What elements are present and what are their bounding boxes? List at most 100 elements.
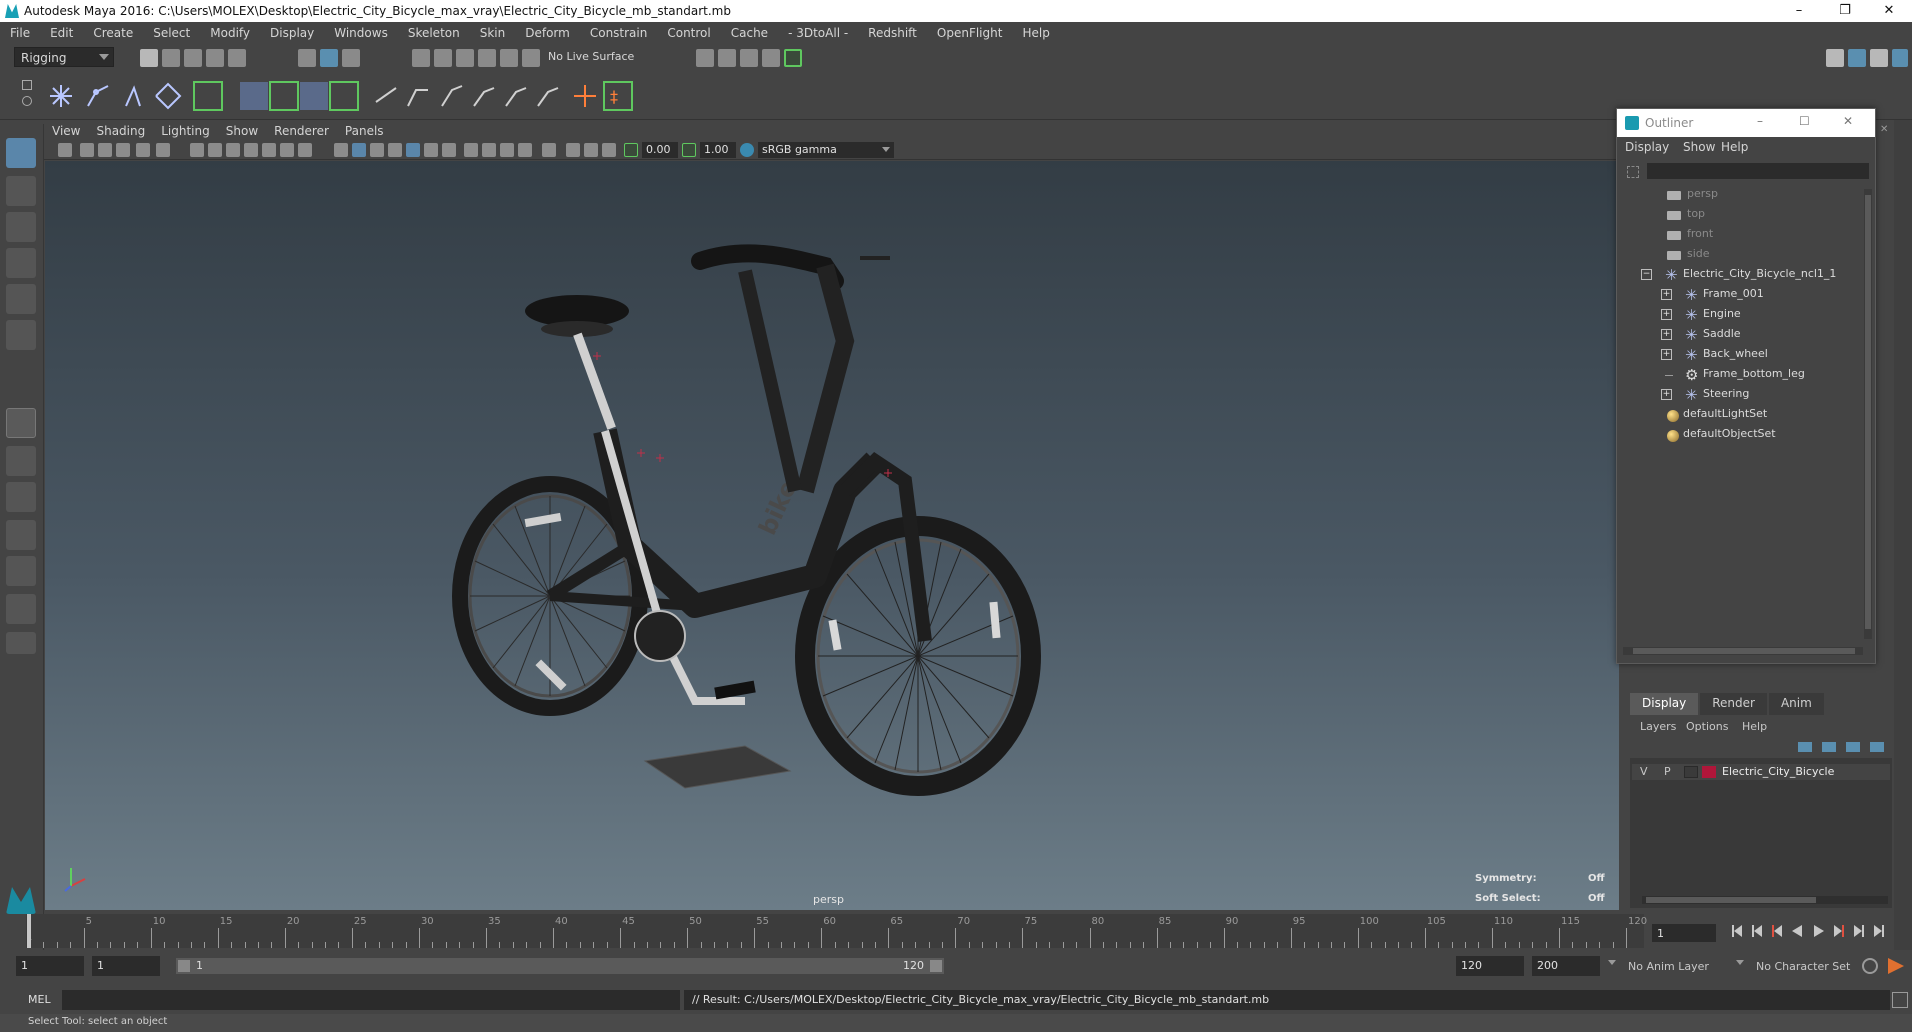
outliner-close-button[interactable]: ✕ [1843, 114, 1853, 128]
gamma-field[interactable]: 1.00 [700, 142, 736, 158]
scene-start-field[interactable]: 1 [16, 956, 84, 976]
restore-button[interactable]: ❐ [1822, 0, 1868, 22]
gate-mask-icon[interactable] [244, 143, 258, 157]
xray-active-components-icon[interactable] [584, 143, 598, 157]
attribute-editor-toggle-icon[interactable] [1848, 49, 1866, 67]
go-to-start-icon[interactable] [1732, 925, 1742, 937]
new-layer-icon[interactable] [1846, 742, 1860, 752]
scale-tool-icon[interactable] [6, 320, 36, 350]
rotate-tool-icon[interactable] [6, 284, 36, 314]
bicycle-model[interactable]: bike [45, 161, 1619, 910]
character-set-dropdown[interactable]: No Character Set [1756, 960, 1850, 973]
outliner-menu-help[interactable]: Help [1721, 140, 1748, 154]
safe-title-icon[interactable] [298, 143, 312, 157]
shadows-icon[interactable] [442, 143, 456, 157]
snap-curve-icon[interactable] [434, 49, 452, 67]
perspective-viewport[interactable]: bike [45, 161, 1619, 910]
menu-help[interactable]: Help [1012, 26, 1059, 40]
outliner-search-input[interactable] [1647, 163, 1869, 179]
wire-icon[interactable] [441, 85, 463, 107]
close-panel-icon[interactable]: ✕ [1880, 124, 1888, 135]
menu-create[interactable]: Create [83, 26, 143, 40]
menu-redshift[interactable]: Redshift [858, 26, 927, 40]
shelf-gear-icon[interactable] [22, 96, 32, 106]
outliner-item-default-light-set[interactable]: defaultLightSet [1621, 407, 1861, 425]
two-pane-layout-icon[interactable] [6, 482, 36, 512]
step-back-key-icon[interactable] [1772, 925, 1782, 937]
render-view-icon[interactable] [762, 49, 780, 67]
layer-name[interactable]: Electric_City_Bicycle [1722, 765, 1834, 778]
resolution-gate-icon[interactable] [226, 143, 240, 157]
single-perspective-layout-icon[interactable] [6, 408, 36, 438]
ik-handle-icon[interactable] [87, 85, 109, 107]
constraint-icon[interactable] [603, 81, 633, 111]
sculpt-icon[interactable] [537, 87, 559, 107]
modeling-toolkit-icon[interactable] [1826, 49, 1844, 67]
viewport-menu-view[interactable]: View [44, 124, 88, 138]
menu-3dtoall[interactable]: - 3DtoAll - [778, 26, 858, 40]
chevron-down-icon[interactable] [1736, 960, 1744, 965]
colorspace-dropdown[interactable]: sRGB gamma [758, 142, 894, 158]
image-plane-icon[interactable] [116, 143, 130, 157]
field-chart-icon[interactable] [262, 143, 276, 157]
render-frame-icon[interactable] [718, 49, 736, 67]
use-all-lights-icon[interactable] [424, 143, 438, 157]
paint-weights-icon[interactable] [269, 81, 299, 111]
move-tool-icon[interactable] [6, 248, 36, 278]
tab-anim[interactable]: Anim [1768, 693, 1824, 715]
menu-control[interactable]: Control [657, 26, 720, 40]
menu-display[interactable]: Display [260, 26, 324, 40]
tab-display[interactable]: Display [1630, 693, 1699, 715]
layer-playback-toggle[interactable]: P [1664, 765, 1671, 778]
close-button[interactable]: ✕ [1866, 0, 1912, 22]
outliner-item-frame-bottom-leg[interactable]: ⚙ Frame_bottom_leg [1621, 367, 1861, 385]
script-language-toggle[interactable]: MEL [28, 993, 51, 1006]
gamma-toggle-icon[interactable] [682, 143, 696, 157]
viewport-menu-panels[interactable]: Panels [337, 124, 392, 138]
attribute-editor-side-tabs[interactable] [1894, 120, 1912, 980]
outliner-item-default-object-set[interactable]: defaultObjectSet [1621, 427, 1861, 445]
outliner-item-steering[interactable]: + ✳ Steering [1621, 387, 1861, 405]
tab-render[interactable]: Render [1700, 693, 1767, 715]
channel-box-toggle-icon[interactable] [1892, 49, 1908, 67]
blend-shape-icon[interactable] [473, 87, 495, 107]
xray-icon[interactable] [388, 143, 402, 157]
bind-skin-icon[interactable] [240, 82, 268, 110]
step-forward-key-icon[interactable] [1834, 925, 1844, 937]
safe-action-icon[interactable] [280, 143, 294, 157]
wireframe-icon[interactable] [334, 143, 348, 157]
script-editor-icon[interactable] [1892, 992, 1908, 1008]
menu-modify[interactable]: Modify [200, 26, 260, 40]
step-back-frame-icon[interactable] [1752, 925, 1762, 937]
current-frame-marker[interactable] [27, 914, 31, 948]
snap-surface-icon[interactable] [500, 49, 518, 67]
outliner-horizontal-scroll-thumb[interactable] [1633, 648, 1855, 654]
time-slider[interactable]: 1 51015202530354045505560657075808590951… [26, 914, 1647, 948]
camera-attributes-icon[interactable] [80, 143, 94, 157]
expand-toggle[interactable]: + [1661, 289, 1672, 300]
move-layer-up-icon[interactable] [1798, 742, 1812, 752]
anim-layer-dropdown[interactable]: No Anim Layer [1628, 960, 1709, 973]
outliner-item-electric-city-bicycle[interactable]: − ✳ Electric_City_Bicycle_ncl1_1 [1621, 267, 1861, 285]
command-input[interactable] [62, 990, 680, 1010]
interactive-bind-icon[interactable] [329, 81, 359, 111]
hypershade-icon[interactable] [784, 49, 802, 67]
menu-file[interactable]: File [0, 26, 40, 40]
expand-toggle[interactable]: + [1661, 389, 1672, 400]
menu-deform[interactable]: Deform [515, 26, 580, 40]
snap-point-icon[interactable] [456, 49, 474, 67]
textured-icon[interactable] [406, 143, 420, 157]
wireframe-on-shaded-icon[interactable] [370, 143, 384, 157]
exposure-field[interactable]: 0.00 [642, 142, 678, 158]
outliner-layout-icon[interactable] [6, 556, 36, 586]
new-layer-selected-icon[interactable] [1870, 742, 1884, 752]
film-gate-icon[interactable] [208, 143, 222, 157]
paint-select-tool-icon[interactable] [6, 212, 36, 242]
layer-menu-options[interactable]: Options [1686, 720, 1728, 733]
viewport-menu-lighting[interactable]: Lighting [153, 124, 218, 138]
outliner-item-frame-001[interactable]: + ✳ Frame_001 [1621, 287, 1861, 305]
outliner-item-back-wheel[interactable]: + ✳ Back_wheel [1621, 347, 1861, 365]
range-slider[interactable]: 1 120 [176, 958, 944, 974]
redo-icon[interactable] [228, 49, 246, 67]
ambient-occlusion-icon[interactable] [464, 143, 478, 157]
